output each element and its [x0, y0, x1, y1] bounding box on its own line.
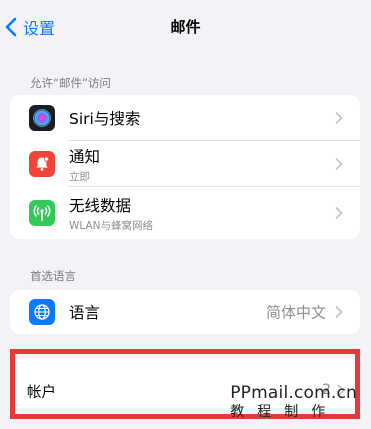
- siri-search-label: Siri与搜索: [69, 110, 141, 128]
- chevron-right-icon: [335, 207, 343, 219]
- watermark-caption: 教程制作: [230, 404, 339, 420]
- notifications-row[interactable]: 通知 立即: [10, 141, 360, 187]
- antenna-icon: [29, 200, 55, 226]
- chevron-right-icon: [335, 158, 343, 170]
- globe-icon: [29, 299, 55, 325]
- siri-icon: [29, 105, 55, 131]
- wireless-data-subtitle: WLAN与蜂窝网络: [69, 219, 154, 232]
- bell-icon: [29, 151, 55, 177]
- allow-access-header: 允许“邮件”访问: [30, 76, 111, 90]
- notifications-label: 通知: [69, 147, 101, 166]
- notifications-subtitle: 立即: [69, 170, 90, 183]
- watermark-site: PPmail.com.cn: [230, 383, 357, 403]
- language-row[interactable]: 语言 简体中文: [10, 290, 360, 334]
- language-value: 简体中文: [265, 303, 326, 322]
- language-group: 语言 简体中文: [10, 290, 360, 334]
- chevron-right-icon: [335, 306, 343, 318]
- watermark: PPmail.com.cn 教程制作: [230, 383, 357, 421]
- wireless-data-label: 无线数据: [69, 196, 132, 215]
- page-title: 邮件: [170, 18, 201, 36]
- preferred-language-header: 首选语言: [30, 269, 76, 283]
- siri-search-row[interactable]: Siri与搜索: [10, 95, 360, 141]
- chevron-right-icon: [335, 112, 343, 124]
- wireless-data-row[interactable]: 无线数据 WLAN与蜂窝网络: [10, 187, 360, 239]
- allow-access-group: Siri与搜索 通知 立即 无线数据 WLAN与蜂窝网络: [10, 95, 360, 239]
- accounts-label: 帐户: [27, 385, 56, 401]
- navigation-bar: 设置 邮件: [0, 0, 371, 54]
